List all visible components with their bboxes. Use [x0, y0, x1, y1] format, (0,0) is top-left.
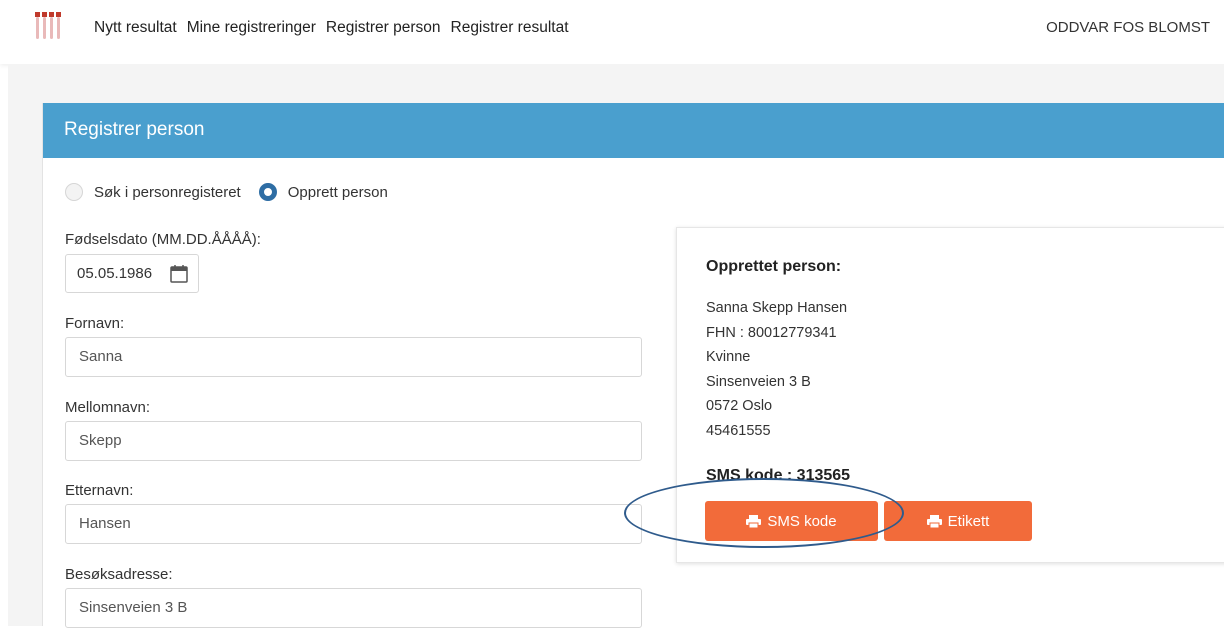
printer-icon — [926, 514, 942, 528]
middlename-label: Mellomnavn: — [65, 399, 151, 416]
person-name: Sanna Skepp Hansen — [706, 300, 848, 316]
nav-links: Nytt resultat Mine registreringer Regist… — [94, 19, 569, 37]
printer-icon — [746, 514, 762, 528]
person-fhn: FHN : 80012779341 — [706, 324, 837, 341]
search-mode-radios: Søk i personregisteret Opprett person — [65, 183, 406, 201]
top-navbar: Nytt resultat Mine registreringer Regist… — [0, 0, 1224, 64]
created-person-title: Opprettet person: — [706, 258, 842, 275]
print-sms-code-label: SMS kode — [767, 512, 837, 530]
created-person-panel: Opprettet person: Sanna Skepp Hansen FHN… — [676, 227, 1224, 563]
print-sms-code-button[interactable]: SMS kode — [705, 501, 878, 541]
address-label: Besøksadresse: — [65, 566, 173, 583]
person-phone: 45461555 — [706, 422, 771, 439]
user-name[interactable]: ODDVAR FOS BLOMST — [1046, 19, 1210, 36]
print-label-label: Etikett — [947, 512, 990, 530]
print-label-button[interactable]: Etikett — [884, 501, 1032, 541]
firstname-label: Fornavn: — [65, 315, 125, 332]
address-input[interactable]: Sinsenveien 3 B — [65, 588, 642, 628]
radio-search-label[interactable]: Søk i personregisteret — [94, 184, 241, 201]
person-street: Sinsenveien 3 B — [706, 373, 811, 390]
nav-new-result[interactable]: Nytt resultat — [94, 19, 177, 37]
radio-create-label[interactable]: Opprett person — [288, 184, 388, 201]
lastname-input[interactable]: Hansen — [65, 504, 642, 544]
register-person-card: Registrer person Søk i personregisteret … — [42, 103, 1224, 628]
nav-register-result[interactable]: Registrer resultat — [451, 19, 569, 37]
birthdate-input[interactable]: 05.05.1986 — [65, 254, 199, 293]
lastname-label: Etternavn: — [65, 482, 134, 499]
person-postal: 0572 Oslo — [706, 398, 773, 414]
firstname-input[interactable]: Sanna — [65, 337, 642, 377]
radio-search-registry[interactable] — [65, 183, 83, 201]
nav-my-registrations[interactable]: Mine registreringer — [187, 19, 316, 37]
created-person-details: Sanna Skepp Hansen FHN : 80012779341 Kvi… — [706, 296, 847, 443]
sms-code-text: SMS kode : 313565 — [706, 467, 851, 484]
nav-register-person[interactable]: Registrer person — [326, 19, 441, 37]
test-tubes-icon[interactable] — [34, 12, 62, 42]
calendar-icon[interactable] — [169, 264, 189, 284]
person-gender: Kvinne — [706, 349, 751, 365]
card-title: Registrer person — [43, 103, 1224, 158]
birthdate-value: 05.05.1986 — [77, 265, 153, 282]
middlename-input[interactable]: Skepp — [65, 421, 642, 461]
radio-create-person[interactable] — [258, 183, 277, 201]
birthdate-label: Fødselsdato (MM.DD.ÅÅÅÅ): — [65, 231, 261, 248]
